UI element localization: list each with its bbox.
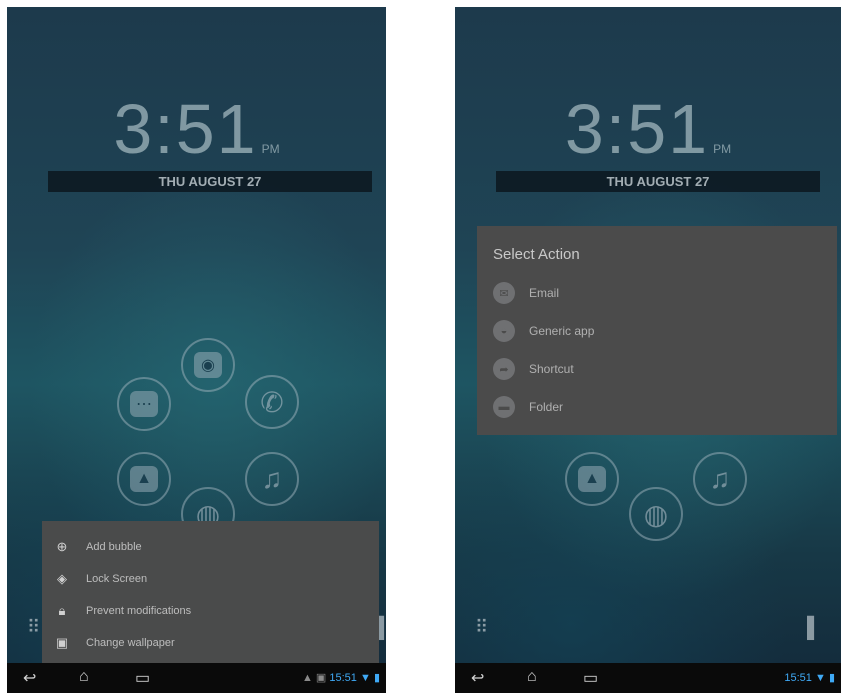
home-icon[interactable]: ⌂ xyxy=(527,668,537,686)
clock-ampm: PM xyxy=(261,142,280,156)
option-label: Generic app xyxy=(529,324,595,338)
navigation-bar: ↩ ⌂ ▭ ▲ ▣ 15:51 ▼ ▮ xyxy=(7,663,386,693)
messaging-bubble[interactable]: ⋯ xyxy=(117,377,171,431)
widget-icon[interactable]: ▌ xyxy=(807,617,821,640)
clock: 3:51 PM xyxy=(7,89,386,169)
left-phone-screen: 3:51 PM THU AUGUST 27 ◉ ⋯ ✆ ▲ ♫ ◍ ⠿ ▌ ⊕ A… xyxy=(7,7,386,693)
right-phone-screen: 3:51 PM THU AUGUST 27 Select Action ✉ Ema… xyxy=(455,7,841,693)
clock-time: 3:51 xyxy=(113,90,258,168)
camera-icon: ◉ xyxy=(194,352,222,378)
status-time: 15:51 xyxy=(784,672,812,684)
wifi-icon: ▼ xyxy=(814,672,826,684)
date-bar: THU AUGUST 27 xyxy=(496,171,820,192)
image-icon: ▲ xyxy=(578,466,606,492)
lock-icon: 🔒︎ xyxy=(58,603,66,618)
battery-icon: ▮ xyxy=(828,672,835,684)
option-label: Email xyxy=(529,286,560,300)
option-shortcut[interactable]: ➦ Shortcut xyxy=(477,350,837,388)
clock-ampm: PM xyxy=(713,142,732,156)
home-icon[interactable]: ⌂ xyxy=(79,668,89,686)
menu-item-label: Lock Screen xyxy=(86,573,148,585)
warning-icon: ▲ xyxy=(301,672,313,684)
option-folder[interactable]: ▬ Folder xyxy=(477,388,837,426)
add-circle-icon: ⊕ xyxy=(56,539,68,554)
app-drawer-icon[interactable]: ⠿ xyxy=(475,617,488,638)
app-drawer-icon[interactable]: ⠿ xyxy=(27,617,40,638)
status-area: 15:51 ▼ ▮ xyxy=(784,671,835,684)
camera-bubble[interactable]: ◉ xyxy=(181,338,235,392)
option-label: Folder xyxy=(529,400,564,414)
wifi-icon: ▼ xyxy=(359,672,371,684)
layers-icon: ◈ xyxy=(57,571,67,586)
clock-time: 3:51 xyxy=(564,90,710,168)
select-action-dialog: Select Action ✉ Email ◒ Generic app ➦ Sh… xyxy=(477,226,837,435)
music-icon: ♫ xyxy=(709,463,731,494)
option-label: Shortcut xyxy=(529,362,574,376)
status-time: 15:51 xyxy=(329,672,357,684)
clock: 3:51 PM xyxy=(455,89,841,169)
recents-icon[interactable]: ▭ xyxy=(583,668,598,688)
back-icon[interactable]: ↩ xyxy=(23,668,36,688)
date-bar: THU AUGUST 27 xyxy=(48,171,372,192)
battery-icon: ▮ xyxy=(373,672,380,684)
globe-icon: ◍ xyxy=(643,498,669,530)
menu-item-label: Add bubble xyxy=(86,541,142,553)
navigation-bar: ↩ ⌂ ▭ 15:51 ▼ ▮ xyxy=(455,663,841,693)
music-bubble[interactable]: ♫ xyxy=(693,452,747,506)
status-area: ▲ ▣ 15:51 ▼ ▮ xyxy=(302,671,380,684)
music-bubble[interactable]: ♫ xyxy=(245,452,299,506)
context-menu: ⊕ Add bubble ◈ Lock Screen 🔒︎ Prevent mo… xyxy=(42,521,379,665)
browser-bubble[interactable]: ◍ xyxy=(629,487,683,541)
image-icon: ▣ xyxy=(55,635,69,650)
menu-item-lock-screen[interactable]: ◈ Lock Screen xyxy=(42,563,379,595)
gallery-bubble[interactable]: ▲ xyxy=(565,452,619,506)
email-icon: ✉ xyxy=(493,282,515,304)
back-icon[interactable]: ↩ xyxy=(471,668,484,688)
menu-item-prevent-modifications[interactable]: 🔒︎ Prevent modifications xyxy=(42,595,379,627)
music-icon: ♫ xyxy=(261,463,283,494)
image-icon: ▲ xyxy=(130,466,158,492)
chat-icon: ⋯ xyxy=(130,391,158,417)
menu-item-add-bubble[interactable]: ⊕ Add bubble xyxy=(42,531,379,563)
menu-item-label: Change wallpaper xyxy=(86,637,175,649)
image-notification-icon: ▣ xyxy=(315,672,327,684)
phone-icon: ✆ xyxy=(260,386,284,418)
folder-icon: ▬ xyxy=(493,396,515,418)
dialog-title: Select Action xyxy=(493,246,580,263)
share-arrow-icon: ➦ xyxy=(493,358,515,380)
menu-item-label: Prevent modifications xyxy=(86,605,192,617)
option-email[interactable]: ✉ Email xyxy=(477,274,837,312)
android-icon: ◒ xyxy=(493,320,515,342)
recents-icon[interactable]: ▭ xyxy=(135,668,150,688)
gallery-bubble[interactable]: ▲ xyxy=(117,452,171,506)
phone-bubble[interactable]: ✆ xyxy=(245,375,299,429)
option-generic-app[interactable]: ◒ Generic app xyxy=(477,312,837,350)
menu-item-change-wallpaper[interactable]: ▣ Change wallpaper xyxy=(42,627,379,659)
